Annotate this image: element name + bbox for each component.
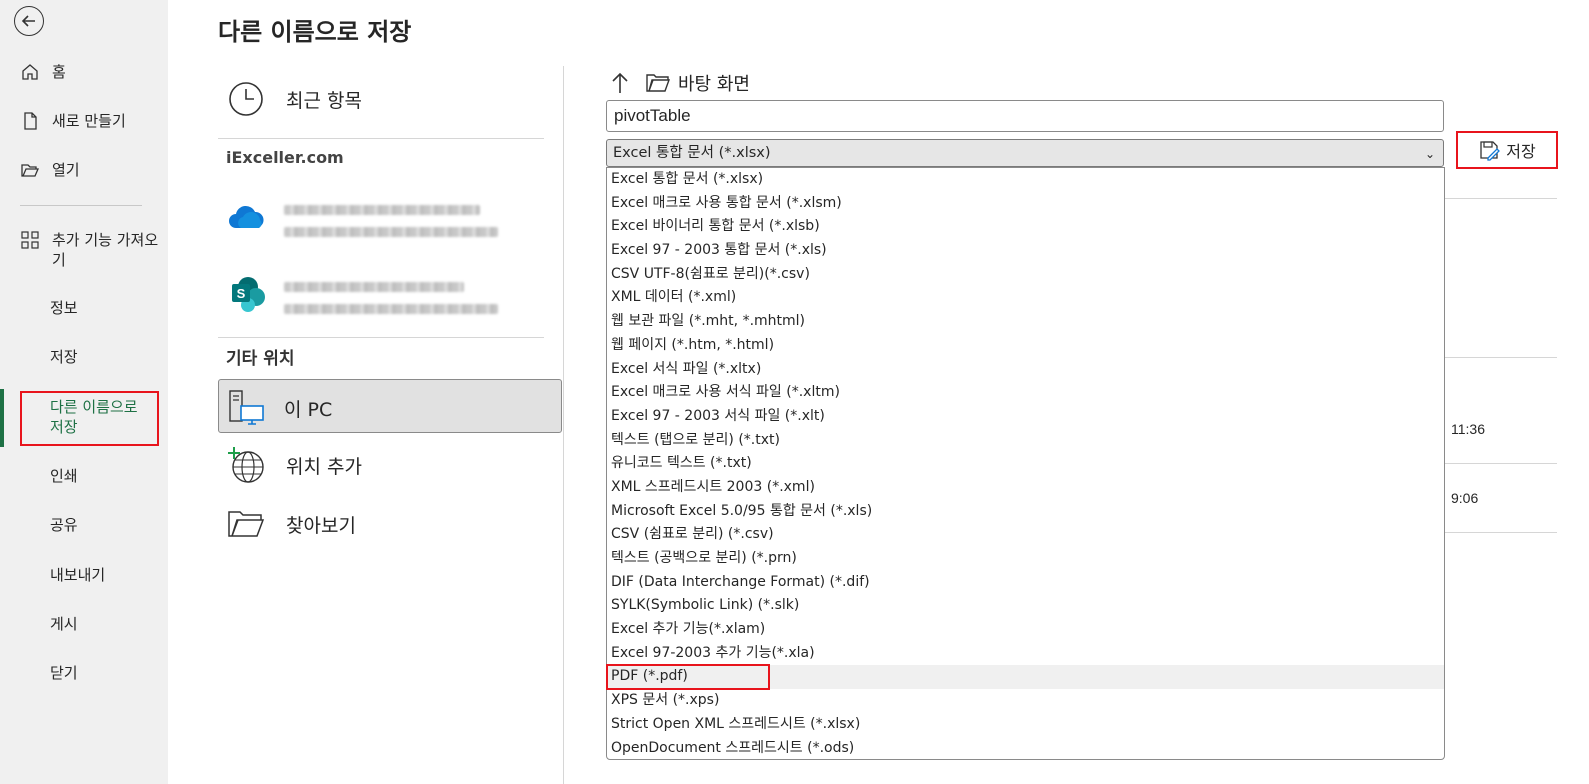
list-separator <box>1445 532 1557 533</box>
nav-home[interactable]: 홈 <box>20 62 160 82</box>
globe-add-icon <box>226 445 266 485</box>
file-type-option[interactable]: Excel 통합 문서 (*.xlsx) <box>607 168 1444 192</box>
location-add-place-label: 위치 추가 <box>286 455 362 478</box>
panel-divider <box>563 66 564 784</box>
recent-file-time: 9:06 <box>1451 490 1479 506</box>
location-browse[interactable]: 찾아보기 <box>218 502 356 546</box>
path-bar: 바탕 화면 <box>610 70 750 96</box>
nav-addins-label: 추가 기능 가져오기 <box>52 231 159 269</box>
file-type-selected: Excel 통합 문서 (*.xlsx) <box>613 145 771 161</box>
location-recent[interactable]: 최근 항목 <box>218 77 362 121</box>
sharepoint-icon: S <box>226 274 266 314</box>
file-type-option[interactable]: Strict Open XML 스프레드시트 (*.xlsx) <box>607 713 1444 737</box>
file-type-option[interactable]: XML 데이터 (*.xml) <box>607 286 1444 310</box>
file-type-option[interactable]: Excel 추가 기능(*.xlam) <box>607 618 1444 642</box>
file-type-option[interactable]: Excel 매크로 사용 서식 파일 (*.xltm) <box>607 381 1444 405</box>
clock-icon <box>226 79 266 119</box>
file-type-option[interactable]: CSV (쉼표로 분리) (*.csv) <box>607 523 1444 547</box>
back-button[interactable] <box>14 6 44 36</box>
home-icon <box>22 64 38 80</box>
location-add-place[interactable]: 위치 추가 <box>218 443 362 487</box>
file-type-option[interactable]: Excel 97 - 2003 통합 문서 (*.xls) <box>607 239 1444 263</box>
separator <box>218 337 544 338</box>
file-type-option[interactable]: DIF (Data Interchange Format) (*.dif) <box>607 571 1444 595</box>
org-name: iExceller.com <box>226 148 344 167</box>
location-this-pc-label: 이 PC <box>284 399 333 421</box>
file-type-option[interactable]: 웹 페이지 (*.htm, *.html) <box>607 334 1444 358</box>
highlight-box <box>606 664 770 690</box>
save-button-label: 저장 <box>1506 142 1536 161</box>
onedrive-cloud-icon <box>226 197 266 237</box>
folder-browse-icon <box>226 504 266 544</box>
computer-icon <box>227 386 267 430</box>
chevron-down-icon: ⌄ <box>1424 147 1435 161</box>
redacted-text <box>284 304 498 314</box>
location-recent-label: 최근 항목 <box>286 89 362 112</box>
file-type-option[interactable]: CSV UTF-8(쉼표로 분리)(*.csv) <box>607 263 1444 287</box>
backstage-nav: 홈 새로 만들기 열기 추가 기능 가져오기 정보 저장 다른 이름으로 저장 … <box>0 0 168 784</box>
location-this-pc[interactable]: 이 PC <box>218 379 562 433</box>
save-disk-icon <box>1480 141 1501 161</box>
redacted-text <box>284 227 498 237</box>
nav-selected-indicator <box>0 389 4 447</box>
nav-addins[interactable]: 추가 기능 가져오기 <box>20 230 160 270</box>
new-document-icon <box>24 112 37 130</box>
file-type-option[interactable]: SYLK(Symbolic Link) (*.slk) <box>607 594 1444 618</box>
list-separator <box>1445 463 1557 464</box>
nav-info[interactable]: 정보 <box>50 298 78 318</box>
file-type-option[interactable]: Excel 서식 파일 (*.xltx) <box>607 358 1444 382</box>
nav-export[interactable]: 내보내기 <box>50 565 105 585</box>
nav-home-label: 홈 <box>52 63 66 81</box>
file-type-select[interactable]: Excel 통합 문서 (*.xlsx) ⌄ <box>606 139 1444 167</box>
location-browse-label: 찾아보기 <box>286 514 356 537</box>
file-type-option[interactable]: 텍스트 (탭으로 분리) (*.txt) <box>607 429 1444 453</box>
save-button[interactable]: 저장 <box>1456 131 1558 169</box>
nav-close[interactable]: 닫기 <box>50 663 78 683</box>
redacted-text <box>284 205 480 215</box>
back-arrow-icon <box>21 15 35 27</box>
nav-publish[interactable]: 게시 <box>50 614 78 634</box>
location-onedrive[interactable] <box>218 195 286 239</box>
filename-input[interactable]: pivotTable <box>606 100 1444 132</box>
file-type-option[interactable]: 유니코드 텍스트 (*.txt) <box>607 452 1444 476</box>
nav-separator <box>20 205 142 206</box>
open-folder-icon <box>21 164 39 177</box>
file-type-option[interactable]: 웹 보관 파일 (*.mht, *.mhtml) <box>607 310 1444 334</box>
nav-open-label: 열기 <box>52 161 80 179</box>
file-type-option[interactable]: XML 스프레드시트 2003 (*.xml) <box>607 476 1444 500</box>
location-sharepoint[interactable]: S <box>218 272 286 316</box>
file-type-option[interactable]: Excel 매크로 사용 통합 문서 (*.xlsm) <box>607 192 1444 216</box>
up-arrow-icon[interactable] <box>610 71 630 95</box>
redacted-text <box>284 282 464 292</box>
list-separator <box>1445 198 1557 199</box>
nav-new[interactable]: 새로 만들기 <box>20 111 160 131</box>
page-title: 다른 이름으로 저장 <box>218 18 412 46</box>
file-type-option[interactable]: Excel 97 - 2003 서식 파일 (*.xlt) <box>607 405 1444 429</box>
file-type-option[interactable]: Excel 97-2003 추가 기능(*.xla) <box>607 642 1444 666</box>
file-type-option[interactable]: Excel 바이너리 통합 문서 (*.xlsb) <box>607 215 1444 239</box>
file-type-option[interactable]: XPS 문서 (*.xps) <box>607 689 1444 713</box>
file-type-option[interactable]: 텍스트 (공백으로 분리) (*.prn) <box>607 547 1444 571</box>
other-locations-header: 기타 위치 <box>226 349 295 369</box>
nav-print[interactable]: 인쇄 <box>50 466 78 486</box>
highlight-box <box>20 391 159 446</box>
nav-save[interactable]: 저장 <box>50 347 78 367</box>
list-separator <box>1445 357 1557 358</box>
recent-file-time: 11:36 <box>1451 421 1485 437</box>
current-folder[interactable]: 바탕 화면 <box>678 70 750 96</box>
separator <box>218 138 544 139</box>
nav-share[interactable]: 공유 <box>50 515 78 535</box>
file-type-option[interactable]: Microsoft Excel 5.0/95 통합 문서 (*.xls) <box>607 500 1444 524</box>
svg-text:S: S <box>237 286 246 301</box>
nav-new-label: 새로 만들기 <box>52 112 126 130</box>
folder-icon <box>646 73 670 93</box>
nav-open[interactable]: 열기 <box>20 160 160 180</box>
addins-grid-icon <box>21 231 39 249</box>
file-type-option[interactable]: OpenDocument 스프레드시트 (*.ods) <box>607 737 1444 760</box>
